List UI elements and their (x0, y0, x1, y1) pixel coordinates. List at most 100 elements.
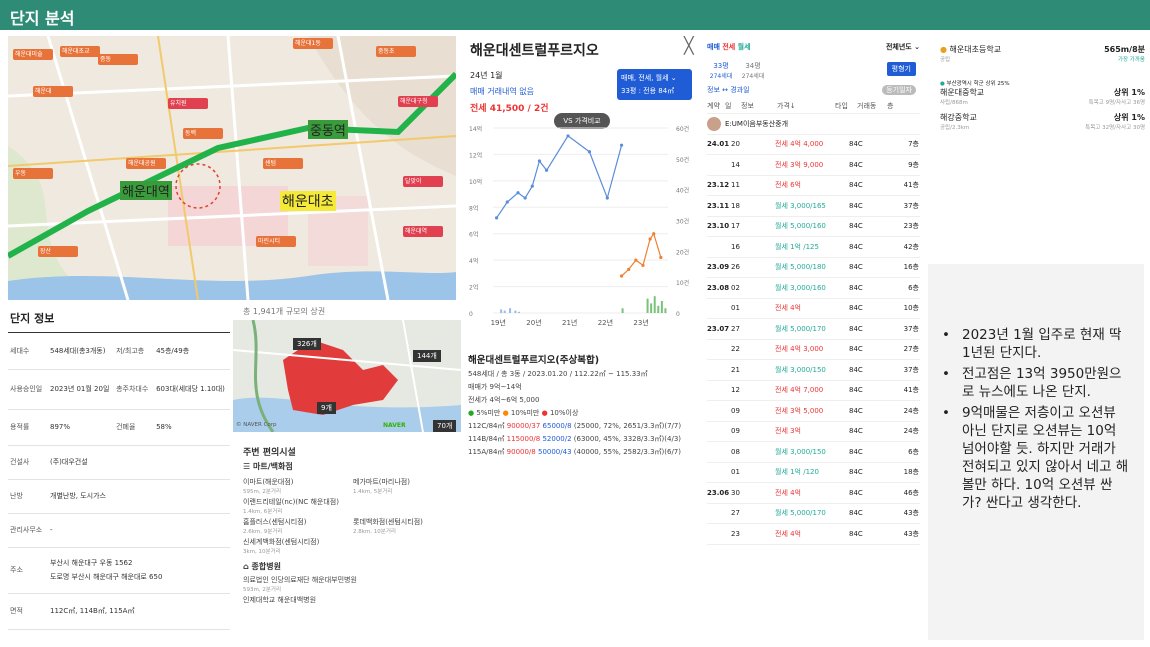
count-badge[interactable]: 70개 (433, 420, 457, 432)
poi-marker[interactable]: 우동 (13, 168, 53, 179)
poi-marker[interactable]: 중동초 (376, 46, 416, 57)
listing-detail: (40000, 55%, 2582/3.3㎡)(6/7) (573, 448, 681, 456)
table-row[interactable]: 23.07 27 월세 5,000/170 84C 37층 (707, 319, 920, 340)
data-point (605, 196, 609, 200)
size-label: 33평 (713, 61, 729, 70)
size-tab[interactable]: 34평 274세대 (735, 61, 771, 80)
poi-marker[interactable]: 달맞이 (403, 176, 443, 187)
table-row[interactable]: 23.09 26 월세 5,000/180 84C 16층 (707, 258, 920, 278)
mart-item[interactable]: 이랜드리테일(nc)(NC 해운대점) 1.4km, 6분거리 (243, 497, 463, 515)
legend-dot: ● (502, 409, 509, 417)
mart-item[interactable]: 롯데백화점(센텀시티점) 2.8km, 10분거리 (353, 517, 463, 535)
mart-dist: 2.8km, 10분거리 (353, 529, 396, 535)
poi-marker[interactable]: 센텀 (263, 158, 303, 169)
tab-rent[interactable]: 월세 (738, 43, 751, 51)
row-month: 23.11 (707, 201, 730, 210)
x-tick-label: 21년 (562, 318, 577, 327)
listing-line: 114B/84㎡ 115000/8 52000/2 (63000, 45%, 3… (468, 434, 704, 444)
count-badge[interactable]: 9개 (317, 402, 336, 414)
count-badge[interactable]: 144개 (413, 350, 441, 362)
table-row[interactable]: 09 전세 3억 84C 24층 (707, 422, 920, 442)
poi-marker[interactable]: 해운대미술 (13, 49, 53, 60)
info-toggle[interactable]: 정보 ↔ 경과일 (707, 85, 750, 95)
row-day: 26 (731, 263, 740, 272)
row-price: 전세 4억 (775, 529, 801, 538)
row-floor: 9층 (908, 160, 919, 169)
size-tab[interactable]: 33평 274세대 (707, 61, 735, 80)
data-point (566, 134, 570, 138)
poi-marker[interactable]: 해운대1동 (293, 38, 333, 49)
listing-type: 115A/84㎡ (468, 448, 505, 456)
year-select[interactable]: 전체년도 ⌄ (886, 42, 920, 52)
agent-row[interactable]: E:UM이음부동산중개 (707, 114, 920, 135)
poi-marker[interactable]: 유치원 (168, 98, 208, 109)
school-sub-left: 사립/868m (940, 100, 968, 106)
table-row[interactable]: 12 전세 4억 7,000 84C 41층 (707, 381, 920, 401)
table-row[interactable]: 23.12 11 전세 6억 84C 41층 (707, 176, 920, 196)
mart-item[interactable]: 신세계백화점(센텀시티점) 3km, 10분거리 (243, 537, 463, 555)
tab-jeonse[interactable]: 전세 (722, 43, 735, 51)
school-name-wrap: ● 해운대초등학교 (940, 44, 1001, 55)
table-row[interactable]: 23.10 17 월세 5,000/160 84C 23층 (707, 217, 920, 237)
school-row[interactable]: ● 해운대초등학교 565m/8분 (940, 44, 1145, 55)
listing-title: 해운대센트럴푸르지오(주상복합) (468, 355, 600, 366)
poi-marker[interactable]: 중동 (98, 54, 138, 65)
table-row[interactable]: 24.01 20 전세 4억 4,000 84C 7층 (707, 135, 920, 155)
mart-list: 이마트(해운대점) 595m, 2분거리 메가마트(마리나점) 1.4km, 5분거… (243, 475, 463, 555)
poi-marker[interactable]: 마린시티 (256, 236, 296, 247)
table-row[interactable]: 23 전세 4억 84C 43층 (707, 524, 920, 545)
poi-marker[interactable]: 해운대구청 (398, 96, 438, 107)
table-row[interactable]: 23.08 02 월세 3,000/160 84C 6층 (707, 278, 920, 299)
table-row[interactable]: 14 전세 3억 9,000 84C 9층 (707, 155, 920, 176)
x-tick-label: 20년 (526, 318, 541, 327)
poi-marker[interactable]: 장산 (38, 246, 78, 257)
row-price: 월세 1억 /125 (775, 242, 819, 251)
mart-item[interactable]: 홈플러스(센텀시티점) 2.6km, 9분거리 (243, 517, 353, 535)
listing-line: 115A/84㎡ 90000/8 50000/43 (40000, 55%, 2… (468, 447, 704, 457)
poi-marker[interactable]: 해운대공원 (126, 158, 166, 169)
size-sub: 274세대 (741, 72, 765, 80)
registry-tag[interactable]: 등기일자 (882, 85, 916, 95)
hospital-item[interactable]: 의료법인 인당의료재단 해운대부민병원 593m, 2분거리 (243, 575, 463, 593)
table-row[interactable]: 27 월세 5,000/170 84C 43층 (707, 504, 920, 524)
table-row[interactable]: 08 월세 3,000/150 84C 6층 (707, 442, 920, 463)
row-floor: 23층 (903, 222, 919, 231)
table-row[interactable]: 09 전세 3억 5,000 84C 24층 (707, 401, 920, 422)
area-map[interactable]: 중동역 해운대역 해운대초 해운대미술 해운대초교 중동 해운대 유치원 해운대… (8, 36, 456, 300)
poi-marker[interactable]: 동백 (183, 128, 223, 139)
table-row[interactable]: 01 월세 1억 /120 84C 18층 (707, 463, 920, 483)
table-row[interactable]: 01 전세 4억 84C 10층 (707, 299, 920, 319)
info-value: 45층/49층 (154, 333, 230, 370)
close-icon[interactable]: ╳ (684, 36, 694, 55)
mart-item[interactable]: 이마트(해운대점) 595m, 2분거리 (243, 477, 353, 495)
commercial-map[interactable]: 326개 144개 70개 9개 © NAVER Corp NAVER (233, 320, 461, 432)
table-row[interactable]: 22 전세 4억 3,000 84C 27층 (707, 340, 920, 360)
row-month: 23.12 (707, 181, 730, 190)
mart-name: 롯데백화점(센텀시티점) (353, 518, 423, 526)
row-price: 월세 5,000/180 (775, 263, 826, 272)
info-value: 603대(세대당 1.10대) (154, 369, 230, 410)
count-badge[interactable]: 326개 (293, 338, 321, 350)
mart-name: 메가마트(마리나점) (353, 478, 410, 486)
info-value: 112C㎡, 114B㎡, 115A㎡ (48, 593, 230, 630)
row-price: 전세 4억 7,000 (775, 386, 824, 395)
row-floor: 37층 (903, 201, 919, 210)
mart-item[interactable]: 메가마트(마리나점) 1.4km, 5분거리 (353, 477, 463, 495)
row-floor: 37층 (903, 365, 919, 374)
trade-type-selector[interactable]: 매매, 전세, 월세 ⌄ 33평 : 전용 84㎡ (617, 69, 692, 100)
poi-marker[interactable]: 해운대 (33, 86, 73, 97)
table-row[interactable]: 16 월세 1억 /125 84C 42층 (707, 237, 920, 258)
poi-marker[interactable]: 해운대초교 (60, 46, 100, 57)
school-row[interactable]: 해강중학교 상위 1% (940, 112, 1145, 123)
school-row[interactable]: 해운대중학교 상위 1% (940, 87, 1145, 98)
poi-marker[interactable]: 해운대역 (403, 226, 443, 237)
size-button[interactable]: 평형기 (886, 62, 916, 76)
facilities-panel: 주변 편의시설 ☰ 마트/백화점 이마트(해운대점) 595m, 2분거리 메가마… (243, 442, 463, 605)
table-row[interactable]: 21 월세 3,000/150 84C 37층 (707, 360, 920, 381)
table-row[interactable]: 23.11 18 월세 3,000/165 84C 37층 (707, 196, 920, 217)
hospital-item[interactable]: 인제대학교 해운대백병원 (243, 595, 463, 605)
y2-tick-label: 10건 (676, 279, 689, 287)
tab-sale[interactable]: 매매 (707, 43, 720, 51)
table-row[interactable]: 23.06 30 전세 4억 84C 46층 (707, 483, 920, 504)
listing-sale-val: 115000/8 (506, 435, 541, 443)
